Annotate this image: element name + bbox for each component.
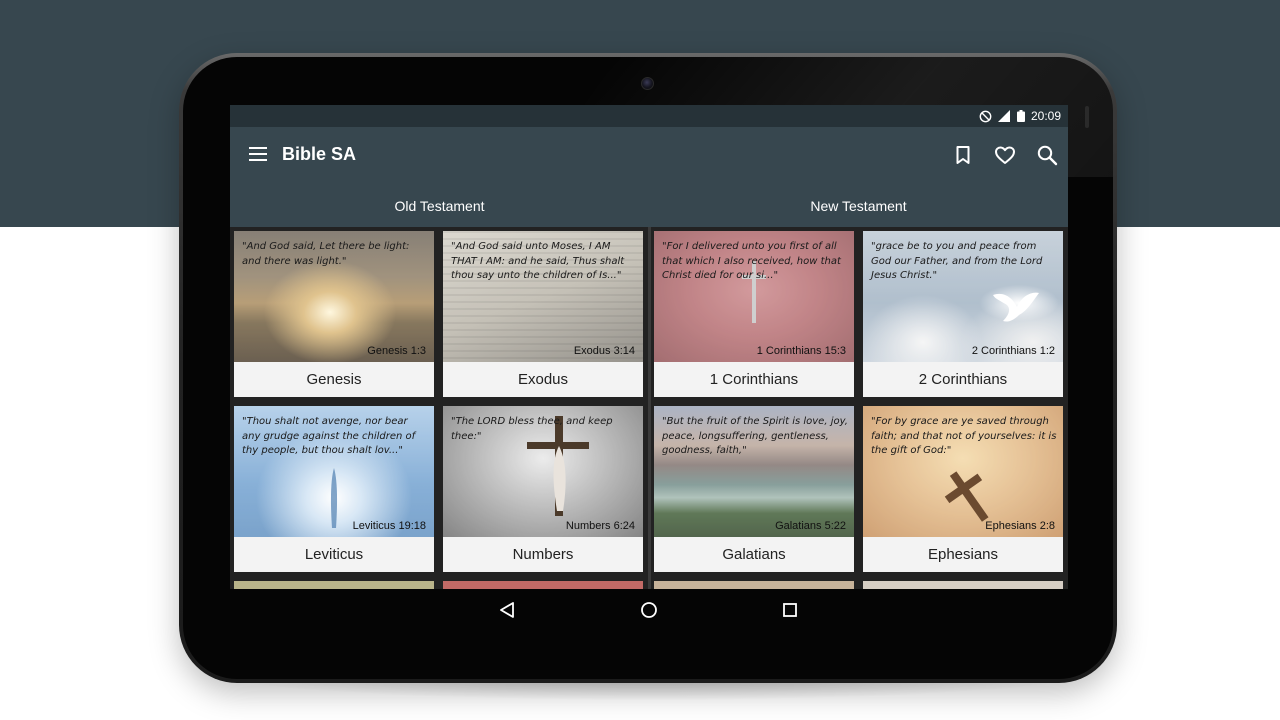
- book-reference: Genesis 1:3: [367, 345, 426, 357]
- book-title: Galatians: [654, 537, 854, 572]
- book-reference: Leviticus 19:18: [352, 520, 426, 532]
- book-reference: 1 Corinthians 15:3: [756, 345, 846, 357]
- tab-divider: [648, 227, 651, 589]
- status-bar: 20:09: [230, 105, 1068, 127]
- book-title: Genesis: [234, 362, 434, 397]
- book-title: Ephesians: [863, 537, 1063, 572]
- book-reference: Ephesians 2:8: [985, 520, 1055, 532]
- book-card-2-corinthians[interactable]: "grace be to you and peace from God our …: [863, 231, 1063, 397]
- bookmark-icon[interactable]: [952, 144, 974, 166]
- status-time: 20:09: [1030, 109, 1061, 123]
- heart-icon[interactable]: [994, 144, 1016, 166]
- camera-icon: [641, 77, 654, 90]
- book-title: Numbers: [443, 537, 643, 572]
- book-quote: "For by grace are ye saved through faith…: [871, 416, 1057, 456]
- book-quote: "Thou shalt not avenge, nor bear any gru…: [242, 416, 416, 456]
- tab-old-testament[interactable]: Old Testament: [230, 185, 649, 227]
- book-card-peek[interactable]: [234, 581, 434, 589]
- book-card-genesis[interactable]: "And God said, Let there be light: and t…: [234, 231, 434, 397]
- screen: 20:09 Bible SA Old Testament New Testame…: [230, 105, 1068, 589]
- menu-icon[interactable]: [249, 147, 267, 163]
- home-circle-icon[interactable]: [640, 601, 658, 619]
- recents-square-icon[interactable]: [781, 601, 799, 619]
- book-quote: "And God said, Let there be light: and t…: [242, 241, 410, 267]
- books-grid: "And God said, Let there be light: and t…: [230, 227, 1068, 589]
- book-card-peek[interactable]: [654, 581, 854, 589]
- app-bar: Bible SA: [230, 127, 1068, 185]
- book-card-peek[interactable]: [863, 581, 1063, 589]
- book-card-numbers[interactable]: "The LORD bless thee, and keep thee:" Nu…: [443, 406, 643, 572]
- tab-new-testament[interactable]: New Testament: [649, 185, 1068, 227]
- book-title: Leviticus: [234, 537, 434, 572]
- search-icon[interactable]: [1036, 144, 1058, 166]
- book-card-1-corinthians[interactable]: "For I delivered unto you first of all t…: [654, 231, 854, 397]
- navigation-bar: [230, 589, 1068, 631]
- do-not-disturb-icon: [979, 110, 992, 123]
- book-title: 1 Corinthians: [654, 362, 854, 397]
- book-reference: Galatians 5:22: [775, 520, 846, 532]
- tab-bar: Old Testament New Testament: [230, 185, 1068, 227]
- book-quote: "grace be to you and peace from God our …: [871, 241, 1043, 281]
- book-card-galatians[interactable]: "But the fruit of the Spirit is love, jo…: [654, 406, 854, 572]
- book-card-leviticus[interactable]: "Thou shalt not avenge, nor bear any gru…: [234, 406, 434, 572]
- book-quote: "The LORD bless thee, and keep thee:": [451, 416, 613, 442]
- book-card-ephesians[interactable]: "For by grace are ye saved through faith…: [863, 406, 1063, 572]
- book-reference: Exodus 3:14: [573, 345, 635, 357]
- book-card-peek[interactable]: [443, 581, 643, 589]
- signal-icon: [997, 110, 1011, 122]
- book-quote: "But the fruit of the Spirit is love, jo…: [662, 416, 848, 456]
- battery-icon: [1016, 110, 1025, 122]
- book-title: 2 Corinthians: [863, 362, 1063, 397]
- book-quote: "For I delivered unto you first of all t…: [662, 241, 841, 281]
- app-title: Bible SA: [282, 144, 357, 164]
- book-card-exodus[interactable]: "And God said unto Moses, I AM THAT I AM…: [443, 231, 643, 397]
- book-reference: 2 Corinthians 1:2: [971, 345, 1055, 357]
- book-title: Exodus: [443, 362, 643, 397]
- side-button: [1085, 106, 1089, 128]
- book-reference: Numbers 6:24: [565, 520, 635, 532]
- book-quote: "And God said unto Moses, I AM THAT I AM…: [451, 241, 625, 281]
- back-triangle-icon[interactable]: [498, 601, 516, 619]
